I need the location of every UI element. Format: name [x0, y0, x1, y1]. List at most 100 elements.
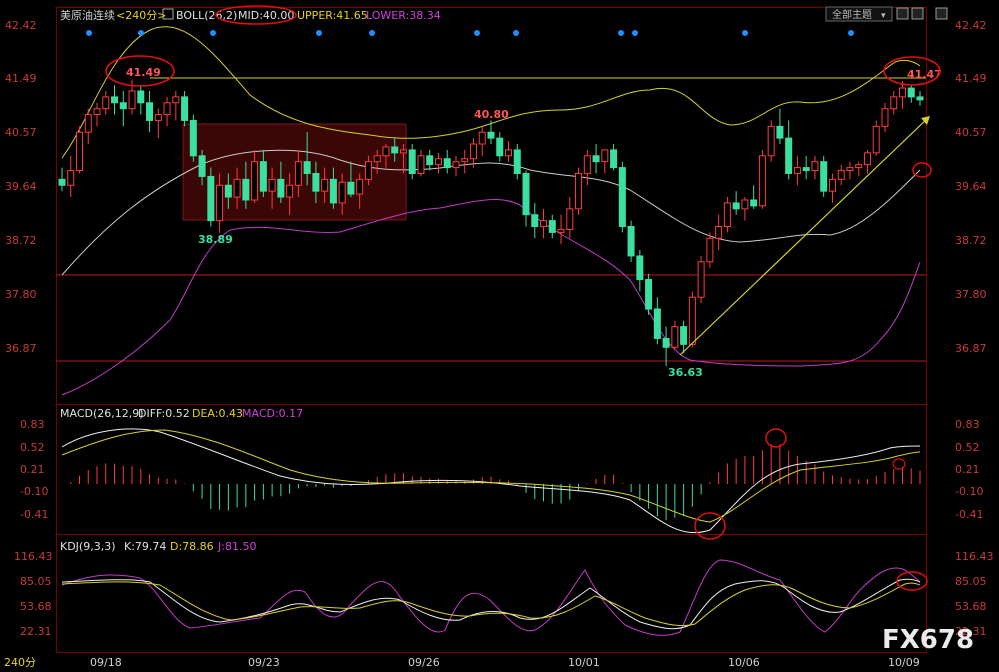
candle-body	[785, 137, 793, 174]
kdj-tick: 116.43	[14, 550, 53, 563]
signal-dot	[474, 30, 480, 36]
candle-body	[820, 161, 828, 192]
macd-tick-right: -0.10	[955, 485, 983, 498]
symbol-name[interactable]: 美原油连续	[60, 8, 115, 22]
kdj-d: D:78.86	[170, 540, 214, 553]
candle-body	[601, 149, 609, 163]
candle-body	[505, 149, 513, 157]
x-label: 09/18	[90, 656, 122, 669]
period-corner[interactable]: 240分	[4, 656, 36, 669]
candle-body	[128, 90, 136, 110]
grid-icon[interactable]	[896, 7, 909, 20]
candle-body	[636, 255, 644, 281]
candle-body	[478, 131, 486, 145]
signal-dot	[86, 30, 92, 36]
candle-body	[680, 326, 688, 345]
signal-dot	[632, 30, 638, 36]
candle-body	[84, 114, 92, 133]
candle-body	[67, 170, 75, 186]
candle-body	[610, 149, 618, 169]
candle-body	[846, 167, 854, 172]
boll-header: 美原油连续 <240分> BOLL(26,2) MID:40.00 UPPER:…	[60, 5, 441, 25]
macd-ring-peak	[765, 428, 787, 448]
close-icon[interactable]	[935, 7, 948, 20]
candle-body	[321, 178, 329, 192]
boll-lower-band	[61, 198, 921, 396]
macd-ring-right	[892, 458, 906, 470]
candle-body	[566, 208, 574, 230]
candle-body	[557, 228, 565, 233]
candle-body	[776, 125, 784, 139]
macd-tick-right: 0.83	[955, 418, 980, 431]
boll-upper: UPPER:41.65	[297, 9, 368, 22]
candle-body	[802, 167, 810, 172]
candle-body	[408, 149, 416, 174]
macd-tick: -0.41	[20, 508, 48, 521]
candle-body	[715, 226, 723, 239]
candle-body	[916, 96, 924, 101]
candle-body	[224, 184, 232, 198]
annotation-high-2: 40.80	[474, 108, 509, 121]
macd-title: MACD(26,12,9)	[60, 407, 144, 420]
macd-tick: -0.10	[20, 485, 48, 498]
candle-body	[487, 131, 495, 139]
signal-dot	[138, 30, 144, 36]
candle-body	[119, 102, 127, 110]
candle-body	[688, 296, 696, 345]
annotation-ring-mid	[912, 162, 932, 178]
candle-body	[653, 308, 661, 339]
candle-body	[531, 214, 539, 228]
price-tick: 42.42	[5, 19, 37, 32]
signal-dot	[369, 30, 375, 36]
candle-body	[382, 146, 390, 157]
candle-body	[399, 149, 407, 154]
macd-diff: DIFF:0.52	[138, 407, 190, 420]
macd-ring-trough	[694, 512, 726, 540]
kdj-tick: 22.31	[20, 625, 52, 638]
kdj-tick-right: 53.68	[955, 600, 987, 613]
period-label[interactable]: <240分>	[116, 9, 166, 22]
candle-body	[811, 161, 819, 172]
signal-dot	[513, 30, 519, 36]
macd-dea-line	[61, 429, 921, 523]
macd-tick: 0.21	[20, 463, 45, 476]
candle-body	[259, 161, 267, 192]
candle-body	[890, 96, 898, 110]
signal-dot	[618, 30, 624, 36]
candle-body	[855, 164, 863, 169]
signal-dot	[742, 30, 748, 36]
window-icon[interactable]	[911, 7, 924, 20]
price-tick-right: 38.72	[955, 234, 987, 247]
candle-body	[303, 161, 311, 174]
boll-label: BOLL(26,2)	[176, 9, 237, 22]
price-tick-right: 40.57	[955, 126, 987, 139]
price-tick: 39.64	[5, 180, 37, 193]
candle-body	[163, 102, 171, 116]
candle-body	[793, 167, 801, 174]
candle-body	[881, 108, 889, 127]
candle-body	[207, 175, 215, 222]
candle-series	[58, 79, 924, 367]
candle-body	[741, 199, 749, 210]
candle-body	[627, 226, 635, 257]
candle-body	[907, 87, 915, 98]
boll-lower: LOWER:38.34	[366, 9, 441, 22]
price-tick: 40.57	[5, 126, 37, 139]
candle-body	[189, 119, 197, 157]
signal-dots	[86, 30, 854, 36]
candle-body	[277, 178, 285, 198]
candle-body	[443, 158, 451, 169]
macd-value: MACD:0.17	[242, 407, 303, 420]
candle-body	[496, 137, 504, 157]
price-tick-right: 41.49	[955, 72, 987, 85]
candle-body	[137, 90, 145, 104]
candle-body	[898, 87, 906, 98]
candle-body	[251, 161, 259, 201]
candle-body	[373, 155, 381, 163]
candle-body	[592, 155, 600, 163]
candle-body	[364, 161, 372, 180]
x-label: 10/06	[728, 656, 760, 669]
boll-mid: MID:40.00	[238, 9, 294, 22]
candle-body	[723, 202, 731, 228]
x-label: 10/01	[568, 656, 600, 669]
